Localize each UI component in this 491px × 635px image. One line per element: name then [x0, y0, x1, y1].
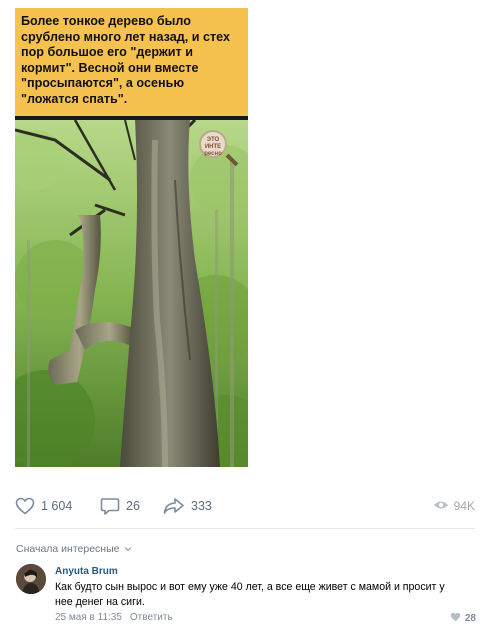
heart-icon — [450, 612, 461, 625]
like-count: 1 604 — [41, 499, 73, 513]
comment-text: Как будто сын вырос и вот ему уже 40 лет… — [55, 581, 445, 608]
share-button[interactable]: 333 — [163, 491, 212, 521]
heart-icon — [15, 497, 35, 515]
eye-icon — [433, 499, 449, 513]
comment-icon — [100, 497, 120, 516]
avatar[interactable] — [16, 564, 46, 594]
comment-item: Anyuta Brum Как будто сын вырос и вот ем… — [16, 564, 476, 630]
comment-date[interactable]: 25 мая в 11:35 — [55, 612, 122, 623]
comment-count: 26 — [126, 499, 140, 513]
post-image[interactable]: Более тонкое дерево было срублено много … — [15, 8, 248, 467]
share-icon — [163, 497, 185, 515]
watermark-badge: ЭТО ИНТЕ ресно — [199, 130, 227, 158]
post-actions: 1 604 26 333 94K — [15, 491, 475, 521]
chevron-down-icon — [124, 543, 132, 555]
views-counter: 94K — [433, 491, 475, 521]
reply-button[interactable]: Ответить — [130, 612, 173, 623]
comment-like-button[interactable]: 28 — [450, 612, 476, 625]
caption-box: Более тонкое дерево было срублено много … — [15, 8, 248, 116]
like-button[interactable]: 1 604 — [15, 491, 72, 521]
comments-sort-dropdown[interactable]: Сначала интересные — [16, 543, 132, 555]
sort-label: Сначала интересные — [16, 543, 120, 555]
share-count: 333 — [191, 499, 212, 513]
tree-photo — [15, 120, 248, 467]
comment-meta: 25 мая в 11:35 Ответить — [55, 612, 173, 623]
comment-author[interactable]: Anyuta Brum — [55, 566, 118, 577]
post-caption: Более тонкое дерево было срублено много … — [21, 14, 230, 106]
divider — [15, 528, 475, 529]
views-count: 94K — [453, 499, 475, 513]
comment-like-count: 28 — [464, 613, 476, 624]
comment-button[interactable]: 26 — [100, 491, 140, 521]
